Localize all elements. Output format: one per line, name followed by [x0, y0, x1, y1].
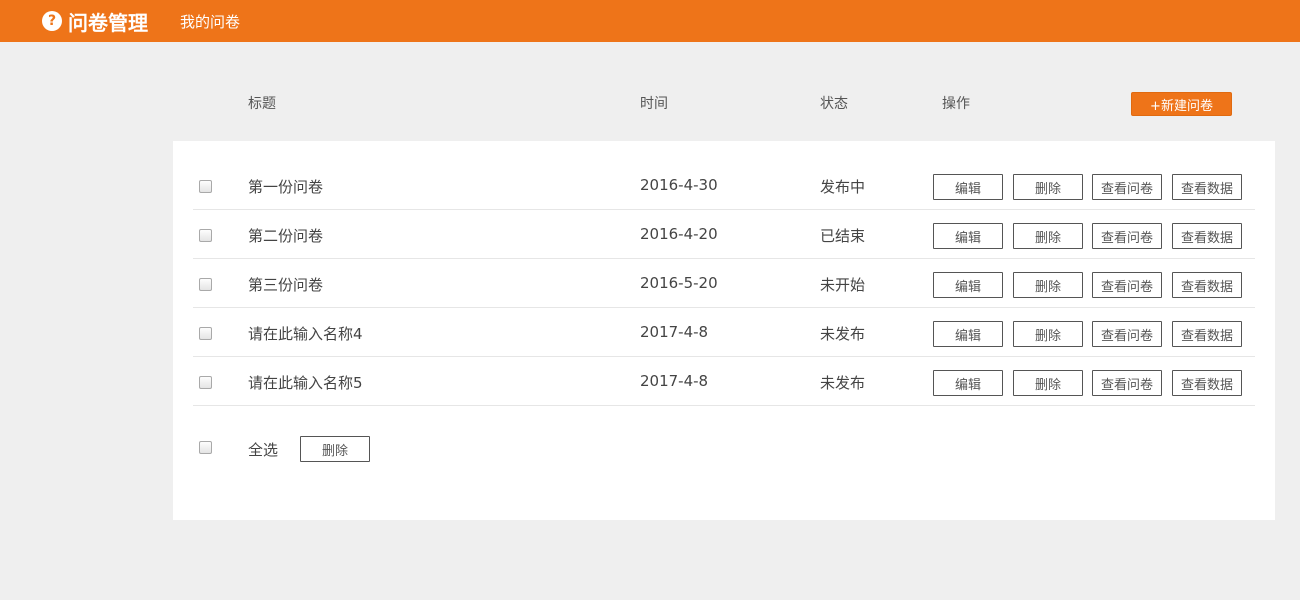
view-data-button[interactable]: 查看数据 [1172, 223, 1242, 249]
edit-button[interactable]: 编辑 [933, 223, 1003, 249]
survey-title: 第二份问卷 [248, 227, 324, 245]
column-header-time: 时间 [640, 96, 668, 112]
survey-title: 请在此输入名称4 [248, 325, 363, 343]
view-data-button[interactable]: 查看数据 [1172, 321, 1242, 347]
view-survey-button[interactable]: 查看问卷 [1092, 321, 1162, 347]
brand[interactable]: ? 问卷管理 [42, 0, 148, 42]
column-header-title: 标题 [248, 96, 276, 112]
brand-title: 问卷管理 [68, 10, 148, 35]
select-all-label: 全选 [248, 441, 279, 459]
survey-date: 2017-4-8 [640, 372, 709, 390]
survey-date: 2016-4-20 [640, 225, 718, 243]
row-checkbox[interactable] [199, 278, 212, 291]
view-survey-button[interactable]: 查看问卷 [1092, 223, 1162, 249]
survey-title: 第三份问卷 [248, 276, 324, 294]
column-header-actions: 操作 [942, 96, 970, 112]
delete-button[interactable]: 删除 [1013, 272, 1083, 298]
question-circle-icon: ? [42, 11, 62, 31]
table-row: 请在此输入名称5 2017-4-8 未发布 编辑 删除 查看问卷 查看数据 [193, 357, 1255, 406]
delete-button[interactable]: 删除 [1013, 321, 1083, 347]
edit-button[interactable]: 编辑 [933, 321, 1003, 347]
view-survey-button[interactable]: 查看问卷 [1092, 174, 1162, 200]
survey-date: 2016-4-30 [640, 176, 718, 194]
survey-status: 未发布 [820, 325, 866, 343]
nav-my-surveys[interactable]: 我的问卷 [180, 0, 240, 42]
view-data-button[interactable]: 查看数据 [1172, 174, 1242, 200]
table-row: 第二份问卷 2016-4-20 已结束 编辑 删除 查看问卷 查看数据 [193, 210, 1255, 259]
bulk-delete-button[interactable]: 删除 [300, 436, 370, 462]
edit-button[interactable]: 编辑 [933, 272, 1003, 298]
survey-date: 2017-4-8 [640, 323, 709, 341]
survey-status: 未发布 [820, 374, 866, 392]
view-data-button[interactable]: 查看数据 [1172, 370, 1242, 396]
survey-status: 已结束 [820, 227, 866, 245]
survey-date: 2016-5-20 [640, 274, 718, 292]
row-checkbox[interactable] [199, 376, 212, 389]
table-row: 第一份问卷 2016-4-30 发布中 编辑 删除 查看问卷 查看数据 [193, 161, 1255, 210]
survey-status: 发布中 [820, 178, 866, 196]
view-survey-button[interactable]: 查看问卷 [1092, 272, 1162, 298]
edit-button[interactable]: 编辑 [933, 174, 1003, 200]
delete-button[interactable]: 删除 [1013, 174, 1083, 200]
table-row: 第三份问卷 2016-5-20 未开始 编辑 删除 查看问卷 查看数据 [193, 259, 1255, 308]
row-checkbox[interactable] [199, 180, 212, 193]
row-checkbox[interactable] [199, 229, 212, 242]
edit-button[interactable]: 编辑 [933, 370, 1003, 396]
view-data-button[interactable]: 查看数据 [1172, 272, 1242, 298]
select-all-checkbox[interactable] [199, 441, 212, 454]
survey-status: 未开始 [820, 276, 866, 294]
top-navbar: ? 问卷管理 我的问卷 [0, 0, 1300, 42]
column-header-status: 状态 [820, 96, 848, 112]
view-survey-button[interactable]: 查看问卷 [1092, 370, 1162, 396]
survey-title: 请在此输入名称5 [248, 374, 363, 392]
table-row: 请在此输入名称4 2017-4-8 未发布 编辑 删除 查看问卷 查看数据 [193, 308, 1255, 357]
delete-button[interactable]: 删除 [1013, 370, 1083, 396]
new-survey-button[interactable]: +新建问卷 [1131, 92, 1232, 116]
row-checkbox[interactable] [199, 327, 212, 340]
delete-button[interactable]: 删除 [1013, 223, 1083, 249]
survey-list-panel: 第一份问卷 2016-4-30 发布中 编辑 删除 查看问卷 查看数据 第二份问… [173, 141, 1275, 520]
survey-title: 第一份问卷 [248, 178, 324, 196]
